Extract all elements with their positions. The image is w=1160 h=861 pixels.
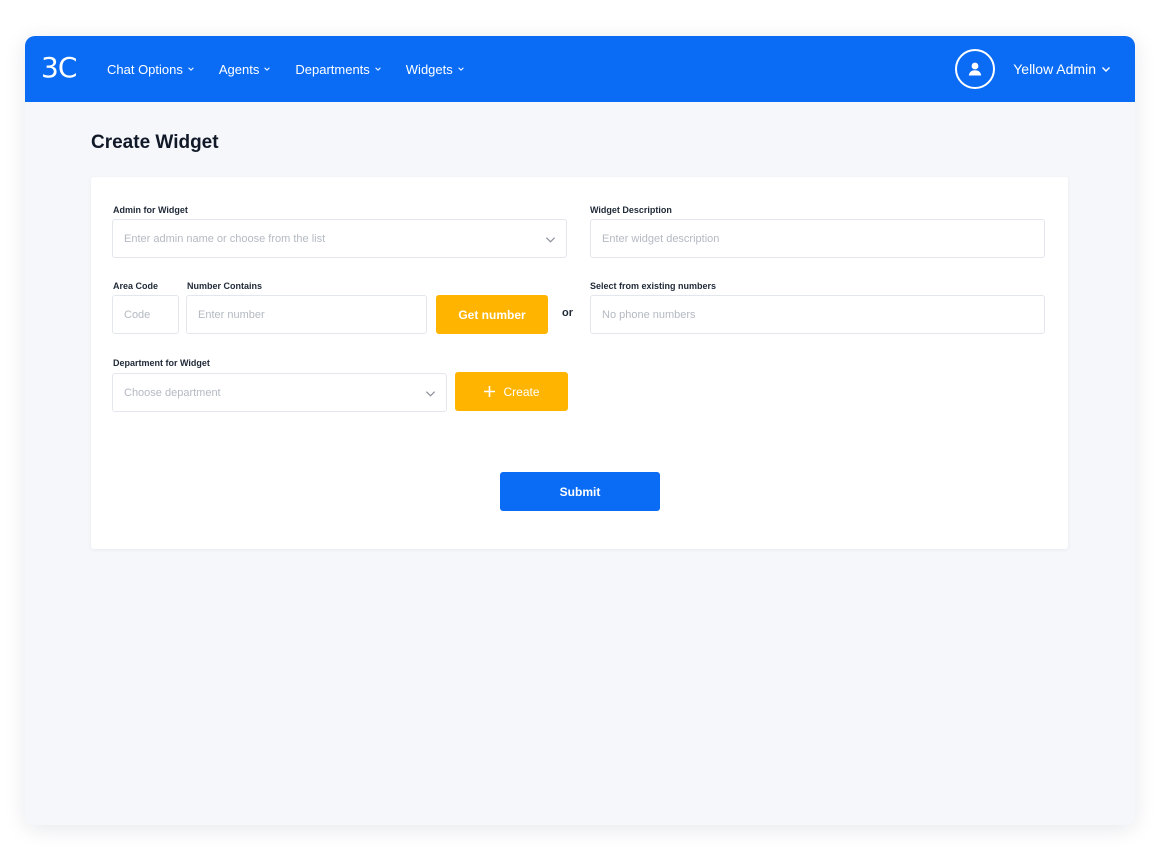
number-contains-field[interactable] — [186, 295, 427, 334]
department-input[interactable] — [124, 386, 446, 399]
logo[interactable]: 3C — [41, 50, 77, 86]
user-avatar-icon[interactable] — [955, 49, 996, 89]
user-icon — [969, 62, 982, 76]
page-title: Create Widget — [91, 132, 219, 153]
app-window: 3C Chat Options Agents Departments Widge… — [25, 36, 1135, 825]
nav-item-label: Widgets — [405, 61, 453, 77]
area-code-input[interactable] — [124, 308, 178, 321]
existing-numbers-input[interactable] — [602, 308, 1044, 321]
user-menu: Yellow Admin — [955, 36, 1111, 102]
create-department-button[interactable]: Create — [455, 372, 568, 411]
nav-item-widgets[interactable]: Widgets — [406, 62, 465, 77]
user-name: Yellow Admin — [1013, 61, 1096, 77]
top-navigation-bar: 3C Chat Options Agents Departments Widge… — [25, 36, 1135, 102]
chevron-down-icon — [457, 67, 464, 71]
chevron-down-icon — [545, 236, 556, 243]
nav-item-departments[interactable]: Departments — [295, 62, 381, 77]
number-contains-input[interactable] — [198, 308, 426, 321]
description-input[interactable] — [602, 232, 1044, 245]
admin-select[interactable] — [112, 219, 567, 258]
existing-numbers-select[interactable] — [590, 295, 1045, 334]
plus-icon — [484, 386, 496, 397]
department-select[interactable] — [112, 373, 447, 412]
chevron-down-icon — [188, 67, 194, 71]
area-code-label: Area Code — [113, 281, 159, 291]
description-label: Widget Description — [590, 205, 672, 215]
chevron-down-icon — [264, 67, 271, 71]
number-contains-label: Number Contains — [187, 281, 263, 291]
admin-label: Admin for Widget — [113, 205, 188, 215]
nav-item-label: Departments — [295, 61, 370, 77]
user-menu-toggle[interactable]: Yellow Admin — [1013, 61, 1111, 77]
chevron-down-icon — [425, 390, 436, 397]
existing-numbers-label: Select from existing numbers — [590, 281, 717, 291]
get-number-button[interactable]: Get number — [436, 295, 548, 334]
nav-item-label: Agents — [218, 61, 260, 77]
nav-item-agents[interactable]: Agents — [219, 62, 271, 77]
submit-button[interactable]: Submit — [500, 472, 660, 511]
description-field[interactable] — [590, 219, 1045, 258]
chevron-down-icon — [375, 67, 381, 71]
nav-item-chat-options[interactable]: Chat Options — [107, 62, 195, 77]
create-widget-form: Admin for Widget Widget Description Area… — [91, 177, 1068, 549]
or-separator: or — [562, 307, 573, 319]
nav-item-label: Chat Options — [107, 61, 183, 77]
area-code-field[interactable] — [112, 295, 179, 334]
admin-input[interactable] — [124, 232, 566, 245]
chevron-down-icon — [1102, 67, 1110, 72]
main-nav: Chat Options Agents Departments Widgets — [107, 36, 489, 102]
create-button-label: Create — [503, 384, 540, 399]
department-label: Department for Widget — [113, 358, 210, 368]
